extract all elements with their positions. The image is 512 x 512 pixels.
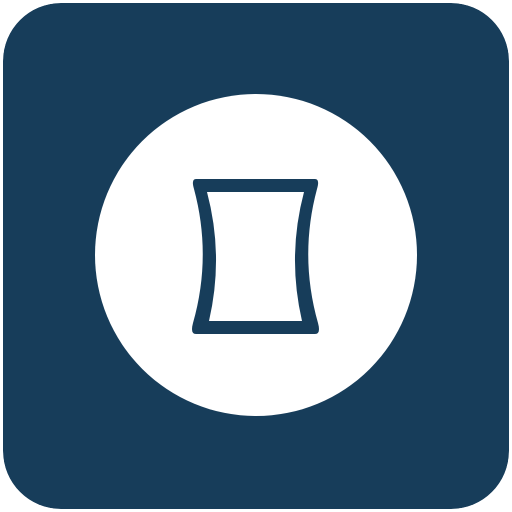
app-icon[interactable]: [3, 3, 509, 509]
icon-circle: [95, 94, 417, 416]
app-icon-graphic: [3, 3, 509, 509]
app-icon-canvas: [0, 0, 512, 512]
